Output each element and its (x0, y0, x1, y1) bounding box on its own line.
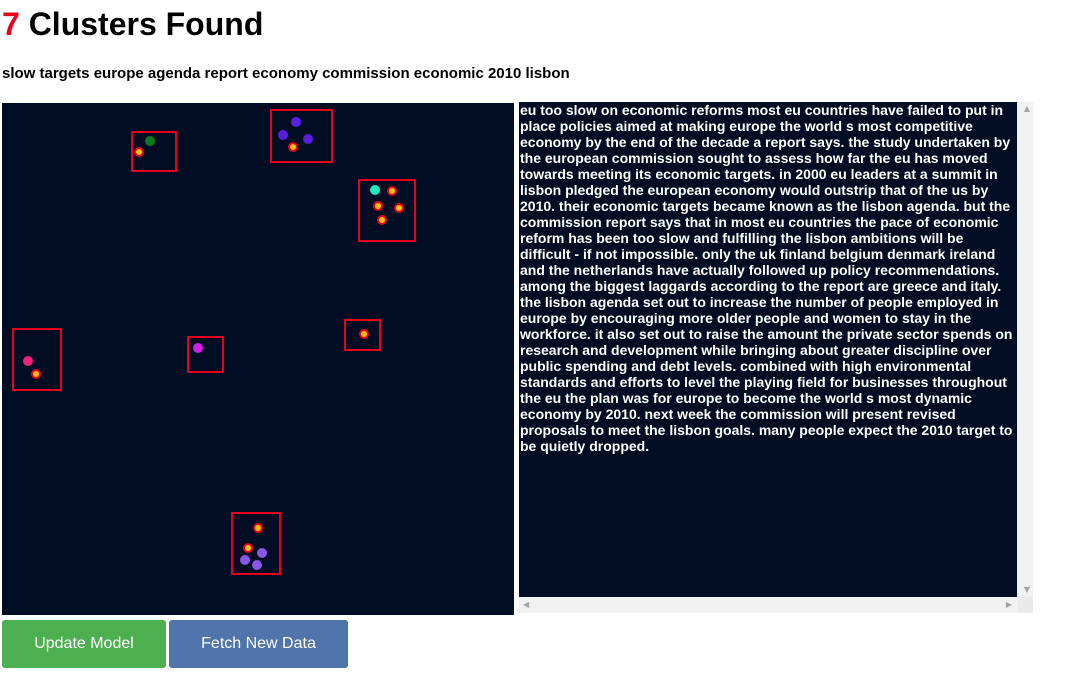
scroll-right-icon[interactable]: ▶ (1006, 601, 1012, 609)
scroll-left-icon[interactable]: ◀ (523, 601, 529, 609)
document-text-panel[interactable]: eu too slow on economic reforms most eu … (519, 102, 1033, 613)
selected-document-point[interactable] (359, 329, 369, 339)
document-point[interactable] (278, 130, 288, 140)
document-text[interactable]: eu too slow on economic reforms most eu … (519, 102, 1017, 597)
selected-document-point[interactable] (288, 142, 298, 152)
document-point[interactable] (257, 548, 267, 558)
cluster-count: 7 (2, 6, 20, 42)
scroll-up-icon[interactable]: ▲ (1024, 105, 1030, 113)
scroll-down-icon[interactable]: ▼ (1024, 586, 1030, 594)
pink-cluster[interactable] (12, 328, 62, 391)
selected-document-point[interactable] (134, 147, 144, 157)
magenta-cluster[interactable] (187, 336, 224, 373)
cluster-box[interactable] (12, 328, 62, 391)
vertical-scrollbar[interactable]: ▲ ▼ (1018, 102, 1033, 597)
cluster-keywords: slow targets europe agenda report econom… (2, 65, 570, 82)
cyan-cluster[interactable] (358, 179, 416, 242)
document-point[interactable] (240, 555, 250, 565)
cluster-plot-canvas[interactable] (2, 103, 514, 615)
document-point[interactable] (23, 356, 33, 366)
cluster-box[interactable] (358, 179, 416, 242)
scrollbar-corner (1018, 597, 1033, 613)
selected-document-point[interactable] (394, 203, 404, 213)
title-text: Clusters Found (28, 6, 264, 42)
document-point[interactable] (193, 343, 203, 353)
red-cluster[interactable] (344, 319, 381, 351)
document-point[interactable] (370, 185, 380, 195)
cluster-plot[interactable] (2, 103, 514, 615)
green-cluster[interactable] (131, 131, 177, 172)
horizontal-scrollbar[interactable]: ◀ ▶ (519, 597, 1018, 613)
cluster-box[interactable] (187, 336, 224, 373)
document-point[interactable] (252, 560, 262, 570)
selected-document-point[interactable] (253, 523, 263, 533)
violet-cluster[interactable] (231, 512, 281, 575)
document-point[interactable] (291, 117, 301, 127)
fetch-new-data-button[interactable]: Fetch New Data (169, 620, 348, 668)
selected-document-point[interactable] (373, 201, 383, 211)
blue-cluster[interactable] (270, 109, 333, 163)
selected-document-point[interactable] (31, 369, 41, 379)
document-point[interactable] (145, 136, 155, 146)
update-model-button[interactable]: Update Model (2, 620, 166, 668)
page-title: 7 Clusters Found (2, 4, 263, 44)
selected-document-point[interactable] (377, 215, 387, 225)
page: 7 Clusters Found slow targets europe age… (0, 0, 1079, 679)
document-point[interactable] (303, 134, 313, 144)
selected-document-point[interactable] (387, 186, 397, 196)
selected-document-point[interactable] (243, 543, 253, 553)
